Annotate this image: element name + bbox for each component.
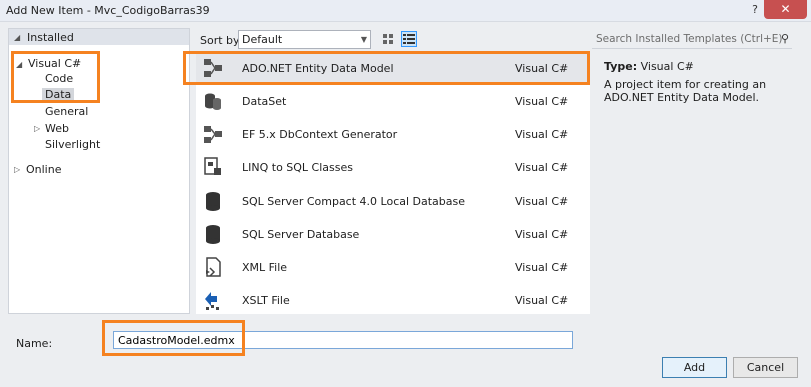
template-description: A project item for creating an ADO.NET E… xyxy=(604,78,767,104)
template-language: Visual C# xyxy=(515,294,569,307)
add-button[interactable]: Add xyxy=(662,357,727,378)
template-name: EF 5.x DbContext Generator xyxy=(242,128,398,141)
template-name: XSLT File xyxy=(242,294,290,307)
template-name: XML File xyxy=(242,261,288,274)
medium-icons-view-button[interactable] xyxy=(380,31,396,47)
template-language: Visual C# xyxy=(515,62,569,75)
template-name: SQL Server Compact 4.0 Local Database xyxy=(242,195,466,208)
template-row[interactable]: ADO.NET Entity Data Model Visual C# xyxy=(196,52,590,83)
help-button[interactable]: ? xyxy=(748,3,762,17)
database-icon xyxy=(206,225,220,244)
sort-by-select[interactable]: Default ▼ xyxy=(238,30,371,49)
tree-node-silverlight[interactable]: Silverlight xyxy=(45,138,100,151)
expanded-arrow-icon[interactable]: ◢ xyxy=(14,33,20,42)
tree-node-visual-csharp[interactable]: Visual C# xyxy=(28,57,81,70)
linq-icon xyxy=(204,157,221,175)
collapsed-arrow-icon[interactable]: ▷ xyxy=(14,165,20,174)
tree-node-installed[interactable]: ◢ Installed xyxy=(9,29,189,45)
ef-generator-icon xyxy=(204,126,222,143)
cancel-button[interactable]: Cancel xyxy=(733,357,798,378)
grid-view-icon xyxy=(383,34,393,44)
tree-node-data[interactable]: Data xyxy=(42,88,75,101)
template-name: ADO.NET Entity Data Model xyxy=(242,62,394,75)
dialog-title: Add New Item - Mvc_CodigoBarras39 xyxy=(6,4,210,17)
search-icon[interactable]: ⚲ xyxy=(781,32,789,45)
name-field[interactable] xyxy=(113,331,573,349)
template-list: ADO.NET Entity Data Model Visual C# Data… xyxy=(196,52,590,314)
collapsed-arrow-icon[interactable]: ▷ xyxy=(34,124,40,133)
tree-node-code[interactable]: Code xyxy=(45,72,73,85)
list-view-icon xyxy=(403,34,415,44)
search-box[interactable]: Search Installed Templates (Ctrl+E) ⚲ xyxy=(592,30,792,49)
template-language: Visual C# xyxy=(515,228,569,241)
template-row[interactable]: EF 5.x DbContext Generator Visual C# xyxy=(196,118,590,149)
details-pane: Type: Visual C# A project item for creat… xyxy=(604,60,800,104)
close-button[interactable]: ✕ xyxy=(764,0,807,19)
template-language: Visual C# xyxy=(515,161,569,174)
template-row[interactable]: DataSet Visual C# xyxy=(196,85,590,116)
sort-by-label: Sort by: xyxy=(200,34,243,47)
search-input[interactable]: Search Installed Templates (Ctrl+E) xyxy=(596,33,783,45)
xml-file-icon xyxy=(206,257,221,277)
tree-node-web[interactable]: Web xyxy=(45,122,69,135)
template-row[interactable]: SQL Server Database Visual C# xyxy=(196,218,590,249)
type-label: Type: xyxy=(604,60,638,73)
tree-node-general[interactable]: General xyxy=(45,105,88,118)
tree-node-online[interactable]: Online xyxy=(26,163,61,176)
details-view-button[interactable] xyxy=(401,31,417,47)
entity-model-icon xyxy=(204,59,222,77)
title-bar: Add New Item - Mvc_CodigoBarras39 ? ✕ xyxy=(0,0,811,22)
template-language: Visual C# xyxy=(515,95,569,108)
template-name: LINQ to SQL Classes xyxy=(242,161,353,174)
expanded-arrow-icon[interactable]: ◢ xyxy=(16,60,22,69)
name-label: Name: xyxy=(16,337,53,350)
type-line: Type: Visual C# xyxy=(604,60,800,73)
type-value: Visual C# xyxy=(640,60,694,73)
name-input[interactable] xyxy=(114,332,572,348)
xslt-file-icon xyxy=(205,292,219,310)
template-name: SQL Server Database xyxy=(242,228,360,241)
dataset-icon xyxy=(205,93,221,110)
database-icon xyxy=(206,192,220,211)
category-tree: ◢ Installed ◢ Visual C# Code Data Genera… xyxy=(8,28,190,314)
chevron-down-icon: ▼ xyxy=(360,35,367,44)
template-name: DataSet xyxy=(242,95,287,108)
template-language: Visual C# xyxy=(515,128,569,141)
sort-by-value: Default xyxy=(242,33,283,46)
tree-node-installed-label: Installed xyxy=(27,31,74,44)
template-row[interactable]: XSLT File Visual C# xyxy=(196,284,590,315)
template-row[interactable]: XML File Visual C# xyxy=(196,251,590,282)
add-new-item-dialog: Add New Item - Mvc_CodigoBarras39 ? ✕ ◢ … xyxy=(0,0,811,387)
template-language: Visual C# xyxy=(515,261,569,274)
template-language: Visual C# xyxy=(515,195,569,208)
template-row[interactable]: LINQ to SQL Classes Visual C# xyxy=(196,151,590,182)
template-row[interactable]: SQL Server Compact 4.0 Local Database Vi… xyxy=(196,185,590,216)
